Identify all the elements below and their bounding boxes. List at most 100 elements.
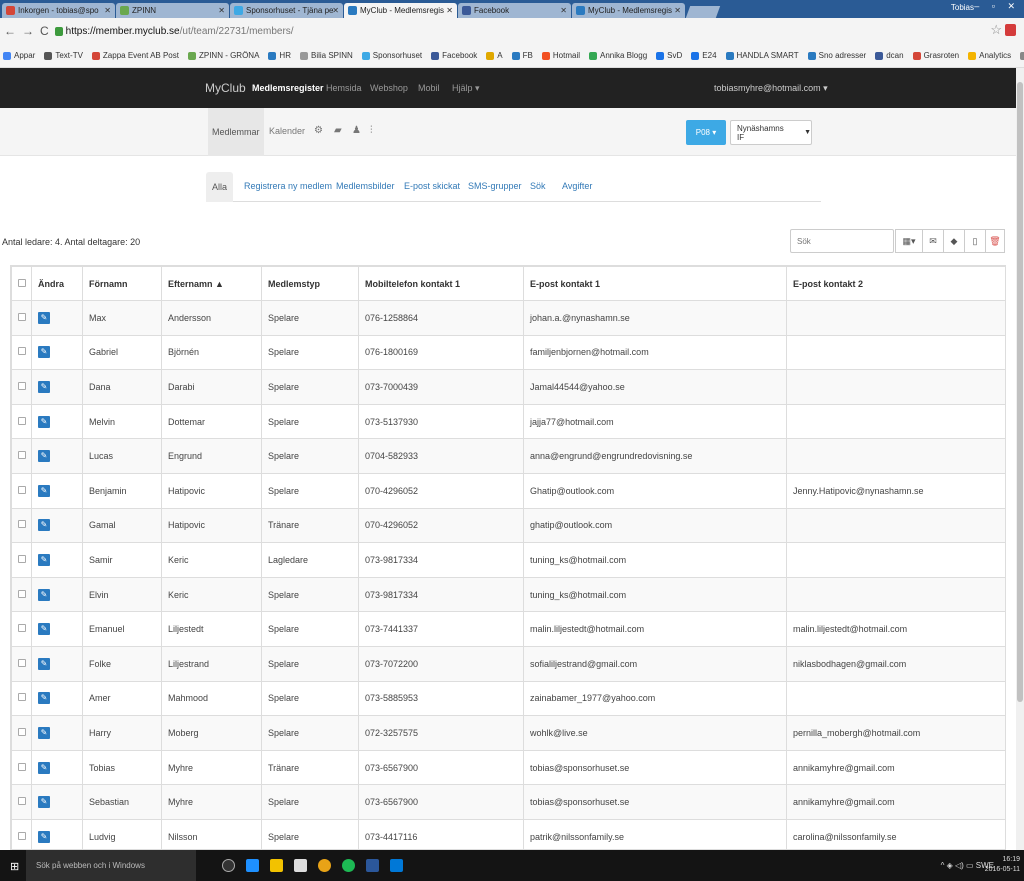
edge-icon[interactable] (246, 859, 259, 872)
spotify-icon[interactable] (342, 859, 355, 872)
row-checkbox[interactable] (18, 312, 26, 321)
edit-icon[interactable]: ✎ (38, 346, 50, 359)
bookmark-item[interactable]: Facebook (431, 51, 477, 60)
edit-icon[interactable]: ✎ (38, 380, 50, 393)
browser-tab[interactable]: ZPINN ✕ (116, 3, 229, 18)
header-select[interactable] (11, 266, 32, 301)
row-checkbox[interactable] (18, 727, 26, 736)
tab-avgifter[interactable]: Avgifter (562, 181, 592, 191)
club-select[interactable]: Nynäshamns IF ▼ (730, 120, 812, 145)
row-checkbox[interactable] (18, 416, 26, 425)
bookmark-item[interactable]: Text-TV (44, 51, 83, 60)
bookmark-item[interactable]: Zappa Event AB Post (91, 51, 179, 60)
bookmark-item[interactable]: Grasroten (912, 51, 959, 60)
taskbar-search[interactable]: Sök på webben och i Windows (26, 850, 196, 881)
row-checkbox[interactable] (18, 658, 26, 667)
edit-icon[interactable]: ✎ (38, 553, 50, 566)
edit-icon[interactable]: ✎ (38, 484, 50, 497)
email-icon[interactable]: ✉ (922, 229, 944, 253)
tab-medlemsbilder[interactable]: Medlemsbilder (336, 181, 395, 191)
edit-icon[interactable]: ✎ (38, 726, 50, 739)
edit-icon[interactable]: ✎ (38, 588, 50, 601)
browser-tab[interactable]: MyClub - Medlemsregis ✕ (344, 3, 457, 18)
edit-icon[interactable]: ✎ (38, 657, 50, 670)
scrollbar-thumb[interactable] (1017, 82, 1023, 702)
bookmark-item[interactable]: Taiga (1020, 51, 1024, 60)
row-checkbox[interactable] (18, 347, 26, 356)
url-field[interactable]: https://member.myclub.se/ut/team/22731/m… (66, 26, 294, 37)
header-epost-2[interactable]: E-post kontakt 2 (786, 266, 1005, 301)
search-input[interactable] (790, 229, 894, 253)
bookmark-item[interactable]: A (486, 51, 503, 60)
close-icon[interactable]: ✕ (332, 6, 339, 15)
filter-icon[interactable]: ⫶ (370, 125, 373, 136)
row-checkbox[interactable] (18, 381, 26, 390)
explorer-icon[interactable] (270, 859, 283, 872)
edit-icon[interactable]: ✎ (38, 761, 50, 774)
nav-webshop[interactable]: Webshop (370, 83, 408, 93)
bookmark-item[interactable]: Hotmail (541, 51, 580, 60)
tag-icon[interactable]: ◆ (943, 229, 965, 253)
browser-tab[interactable]: Sponsorhuset - Tjäna pe ✕ (230, 3, 343, 18)
edit-icon[interactable]: ✎ (38, 623, 50, 636)
app-icon[interactable] (390, 859, 403, 872)
tab-sok[interactable]: Sök (530, 181, 546, 191)
brand-logo[interactable]: MyClub (205, 81, 246, 95)
store-icon[interactable] (294, 859, 307, 872)
delete-icon[interactable]: 🗑 (985, 229, 1005, 253)
user-icon[interactable]: ♟ (352, 125, 361, 136)
row-checkbox[interactable] (18, 693, 26, 702)
close-icon[interactable]: ✕ (446, 6, 453, 15)
row-checkbox[interactable] (18, 485, 26, 494)
reload-icon[interactable]: C (40, 24, 49, 38)
bookmark-item[interactable]: Appar (3, 51, 35, 60)
tab-sms-grupper[interactable]: SMS-grupper (468, 181, 522, 191)
columns-icon[interactable]: ▦▾ (895, 229, 923, 253)
header-medlemstyp[interactable]: Medlemstyp (261, 266, 359, 301)
edit-icon[interactable]: ✎ (38, 830, 50, 843)
bookmark-item[interactable]: Sno adresser (807, 51, 866, 60)
browser-tab[interactable]: Inkorgen - tobias@spo ✕ (2, 3, 115, 18)
windows-start-icon[interactable]: ⊞ (10, 860, 19, 873)
browser-tab[interactable]: Facebook ✕ (458, 3, 571, 18)
tab-epost-skickat[interactable]: E-post skickat (404, 181, 460, 191)
tab-registrera[interactable]: Registrera ny medlem (244, 181, 332, 191)
edit-icon[interactable]: ✎ (38, 796, 50, 809)
nav-hjalp[interactable]: Hjälp ▾ (452, 83, 480, 94)
edit-icon[interactable]: ✎ (38, 311, 50, 324)
row-checkbox[interactable] (18, 554, 26, 563)
bookmark-item[interactable]: Bilia SPINN (299, 51, 353, 60)
edit-icon[interactable]: ✎ (38, 415, 50, 428)
row-checkbox[interactable] (18, 797, 26, 806)
row-checkbox[interactable] (18, 624, 26, 633)
browser-tab[interactable]: MyClub - Medlemsregis ✕ (572, 3, 685, 18)
nav-hemsida[interactable]: Hemsida (326, 83, 362, 93)
row-checkbox[interactable] (18, 762, 26, 771)
bookmark-item[interactable]: Sponsorhuset (361, 51, 422, 60)
back-icon[interactable]: ← (4, 24, 16, 38)
edit-icon[interactable]: ✎ (38, 692, 50, 705)
close-icon[interactable]: ✕ (560, 6, 567, 15)
bookmark-item[interactable]: Analytics (968, 51, 1011, 60)
nav-mobil[interactable]: Mobil (418, 83, 440, 93)
bookmark-item[interactable]: FB (511, 51, 533, 60)
settings-icon[interactable]: ⚙ (314, 125, 323, 136)
row-checkbox[interactable] (18, 831, 26, 840)
header-epost-1[interactable]: E-post kontakt 1 (523, 266, 787, 301)
bookmark-item[interactable]: dcan (875, 51, 904, 60)
user-menu[interactable]: tobiasmyhre@hotmail.com ▾ (714, 83, 828, 94)
chrome-icon[interactable] (318, 859, 331, 872)
subnav-medlemmar[interactable]: Medlemmar (208, 108, 264, 156)
edit-icon[interactable]: ✎ (38, 450, 50, 463)
task-view-icon[interactable] (222, 859, 235, 872)
new-tab-button[interactable] (685, 6, 721, 18)
folder-icon[interactable]: ▰ (334, 125, 342, 136)
select-all-checkbox[interactable] (18, 278, 26, 287)
header-fornamn[interactable]: Förnamn (82, 266, 162, 301)
window-controls[interactable]: – ▫ ✕ (974, 1, 1020, 12)
bookmark-item[interactable]: HANDLA SMART (725, 51, 799, 60)
bookmark-item[interactable]: SvD (656, 51, 682, 60)
word-icon[interactable] (366, 859, 379, 872)
close-icon[interactable]: ✕ (674, 6, 681, 15)
taskbar-clock[interactable]: 16:19 2016-05-11 (985, 855, 1020, 875)
